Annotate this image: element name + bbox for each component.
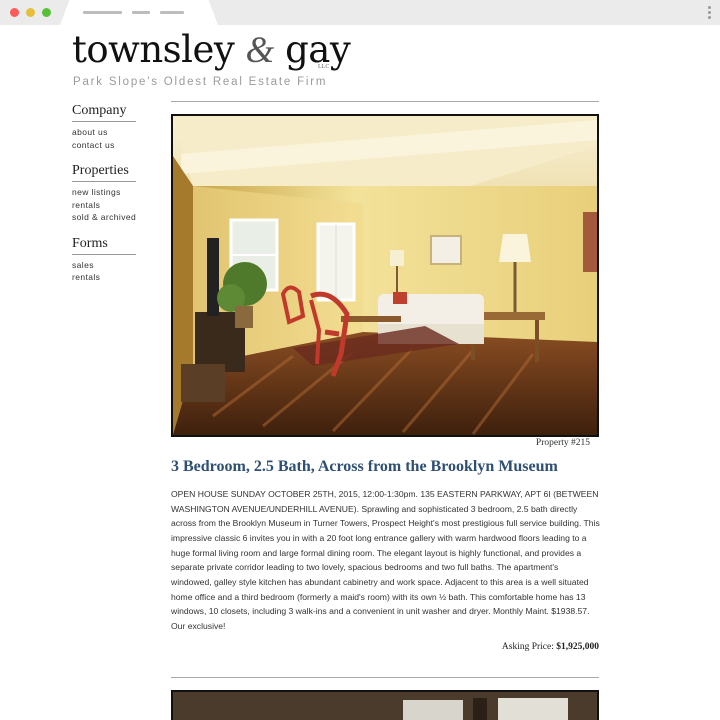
next-room-photo bbox=[173, 692, 597, 720]
nav-heading-properties: Properties bbox=[72, 163, 136, 182]
browser-menu-icon[interactable] bbox=[708, 6, 711, 21]
nav-group-properties: Properties new listings rentals sold & a… bbox=[72, 163, 136, 224]
tab-title-placeholder bbox=[132, 11, 150, 14]
close-window-icon[interactable] bbox=[10, 8, 19, 17]
nav-link-rentals[interactable]: rentals bbox=[72, 199, 136, 212]
sidebar-nav: Company about us contact us Properties n… bbox=[72, 103, 136, 296]
living-room-photo bbox=[173, 116, 597, 435]
header-divider bbox=[171, 101, 599, 102]
listing-photo[interactable] bbox=[171, 114, 599, 437]
tab-title-placeholder bbox=[160, 11, 184, 14]
nav-link-sales-form[interactable]: sales bbox=[72, 259, 136, 272]
site-logo[interactable]: townsley & gay bbox=[72, 28, 351, 72]
logo-word-townsley: townsley bbox=[72, 28, 235, 71]
asking-price: Asking Price: $1,925,000 bbox=[502, 642, 599, 652]
logo-ampersand: & bbox=[245, 30, 275, 71]
site-tagline: Park Slope's Oldest Real Estate Firm bbox=[73, 76, 328, 88]
next-listing-photo[interactable] bbox=[171, 690, 599, 720]
nav-link-contact-us[interactable]: contact us bbox=[72, 139, 136, 152]
asking-price-value: $1,925,000 bbox=[556, 642, 599, 652]
listing-title[interactable]: 3 Bedroom, 2.5 Bath, Across from the Bro… bbox=[171, 458, 558, 476]
browser-chrome bbox=[0, 0, 720, 25]
nav-link-new-listings[interactable]: new listings bbox=[72, 186, 136, 199]
logo-llc: LLC bbox=[318, 64, 330, 70]
asking-price-label: Asking Price: bbox=[501, 642, 554, 652]
nav-link-about-us[interactable]: about us bbox=[72, 126, 136, 139]
minimize-window-icon[interactable] bbox=[26, 8, 35, 17]
listing-description: OPEN HOUSE SUNDAY OCTOBER 25TH, 2015, 12… bbox=[171, 489, 600, 631]
nav-group-forms: Forms sales rentals bbox=[72, 236, 136, 284]
nav-link-rentals-form[interactable]: rentals bbox=[72, 271, 136, 284]
listing-divider bbox=[171, 677, 599, 678]
nav-link-sold-archived[interactable]: sold & archived bbox=[72, 211, 136, 224]
maximize-window-icon[interactable] bbox=[42, 8, 51, 17]
nav-heading-forms: Forms bbox=[72, 236, 136, 255]
nav-group-company: Company about us contact us bbox=[72, 103, 136, 151]
nav-heading-company: Company bbox=[72, 103, 136, 122]
property-number: Property #215 bbox=[535, 438, 590, 448]
tab-title-placeholder bbox=[83, 11, 122, 14]
